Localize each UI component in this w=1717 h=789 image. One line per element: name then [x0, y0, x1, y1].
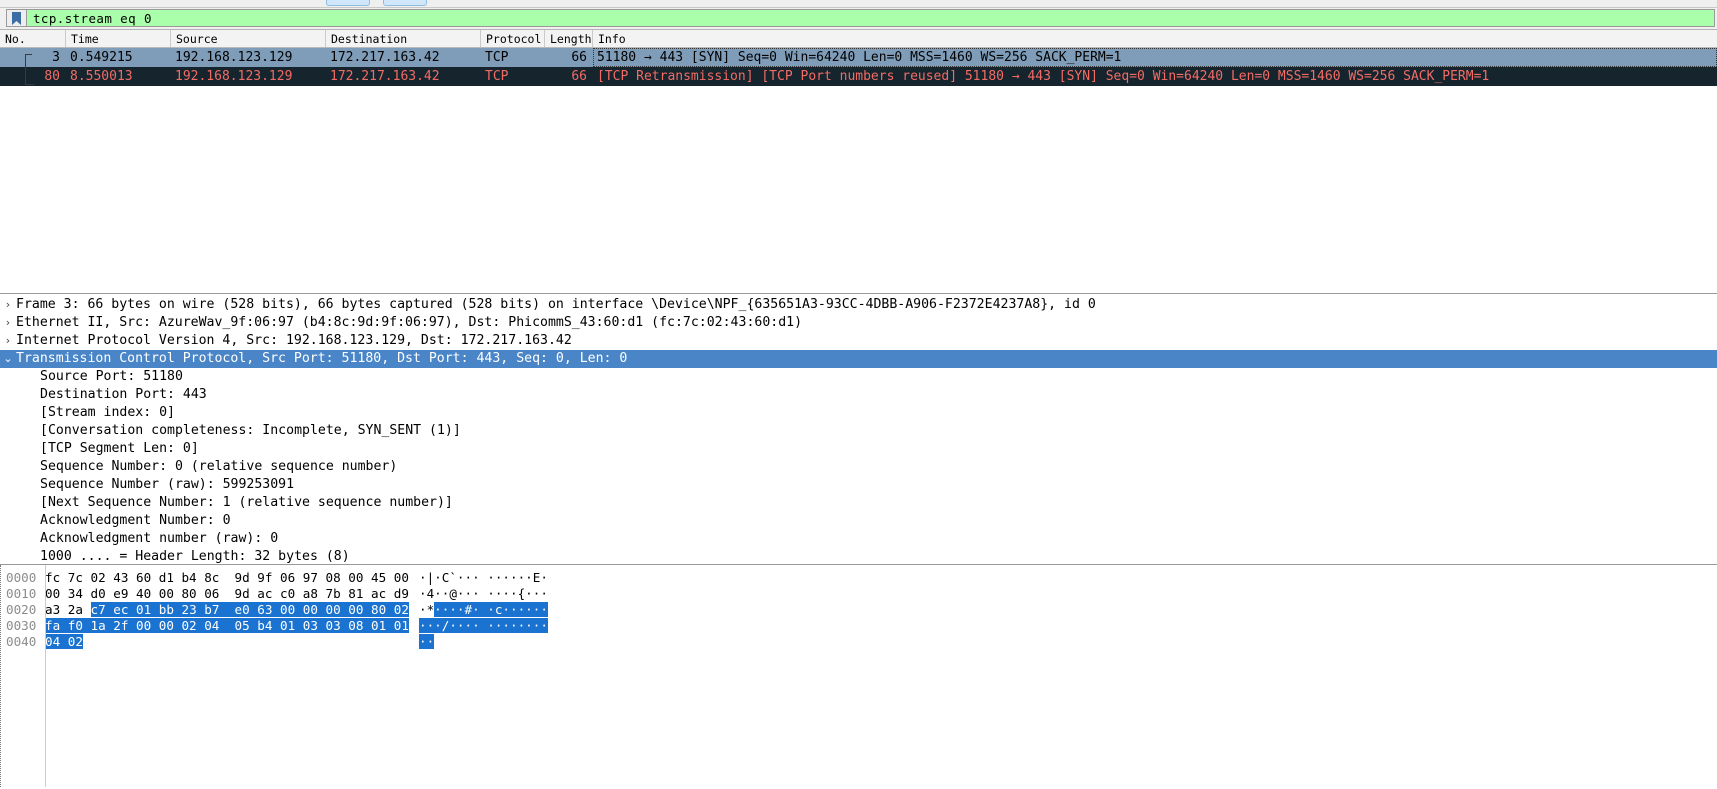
- detail-row-label: Frame 3: 66 bytes on wire (528 bits), 66…: [16, 297, 1096, 312]
- detail-row-destination-port[interactable]: Destination Port: 443: [0, 386, 1717, 404]
- detail-row-label: Internet Protocol Version 4, Src: 192.16…: [16, 333, 572, 348]
- hex-ascii: ···/···· ········: [419, 618, 548, 634]
- toolbar-strip: [0, 0, 1717, 8]
- column-header-no[interactable]: No.: [0, 30, 66, 47]
- detail-row-label: Destination Port: 443: [40, 387, 207, 402]
- hex-ascii: ··: [419, 634, 435, 650]
- column-header-source[interactable]: Source: [171, 30, 326, 47]
- column-header-time[interactable]: Time: [66, 30, 171, 47]
- hex-ascii-plain: ·*: [419, 602, 435, 617]
- packet-list-header: No. Time Source Destination Protocol Len…: [0, 30, 1717, 48]
- cell-no: 80: [44, 69, 60, 84]
- hex-offset: 0020: [6, 602, 37, 617]
- hex-row[interactable]: 0020 a3 2a c7 ec 01 bb 23 b7 e0 63 00 00…: [1, 602, 1717, 618]
- packet-list-pane[interactable]: No. Time Source Destination Protocol Len…: [0, 29, 1717, 294]
- detail-row-header-length[interactable]: 1000 .... = Header Length: 32 bytes (8): [0, 548, 1717, 564]
- hex-row[interactable]: 0030 fa f0 1a 2f 00 00 02 04 05 b4 01 03…: [1, 618, 1717, 634]
- column-header-length[interactable]: Length: [545, 30, 593, 47]
- cell-protocol: TCP: [485, 69, 509, 84]
- cell-length: 66: [571, 50, 587, 65]
- chevron-right-icon[interactable]: ›: [0, 314, 16, 332]
- detail-row-label: [TCP Segment Len: 0]: [40, 441, 199, 456]
- detail-row-label: [Next Sequence Number: 1 (relative seque…: [40, 495, 453, 510]
- toolbar-button-stub-a[interactable]: [326, 0, 370, 6]
- detail-row-label: Acknowledgment number (raw): 0: [40, 531, 279, 546]
- hex-ascii: ·|·C`··· ······E·: [419, 570, 548, 585]
- detail-row-sequence-number-raw[interactable]: Sequence Number (raw): 599253091: [0, 476, 1717, 494]
- hex-bytes-selected: fa f0 1a 2f 00 00 02 04 05 b4 01 03 03 0…: [45, 618, 409, 633]
- hex-row[interactable]: 0040 04 02 ··: [1, 634, 1717, 650]
- column-header-protocol[interactable]: Protocol: [481, 30, 545, 47]
- cell-time: 0.549215: [70, 50, 133, 65]
- hex-bytes: fc 7c 02 43 60 d1 b4 8c 9d 9f 06 97 08 0…: [45, 570, 409, 585]
- detail-row-tcp-segment-len[interactable]: [TCP Segment Len: 0]: [0, 440, 1717, 458]
- cell-source: 192.168.123.129: [175, 50, 293, 65]
- chevron-right-icon[interactable]: ›: [0, 296, 16, 314]
- detail-row-ipv4[interactable]: › Internet Protocol Version 4, Src: 192.…: [0, 332, 1717, 350]
- hex-bytes: a3 2a c7 ec 01 bb 23 b7 e0 63 00 00 00 0…: [45, 602, 409, 618]
- column-header-destination[interactable]: Destination: [326, 30, 481, 47]
- hex-bytes-plain: a3 2a: [45, 602, 91, 617]
- detail-row-acknowledgment-number-raw[interactable]: Acknowledgment number (raw): 0: [0, 530, 1717, 548]
- detail-row-label: [Conversation completeness: Incomplete, …: [40, 423, 461, 438]
- detail-row-label: Acknowledgment Number: 0: [40, 513, 231, 528]
- table-row[interactable]: 80 8.550013 192.168.123.129 172.217.163.…: [0, 67, 1717, 86]
- hex-offset: 0010: [6, 586, 37, 601]
- detail-row-tcp[interactable]: ⌄ Transmission Control Protocol, Src Por…: [0, 350, 1717, 368]
- detail-row-label: Sequence Number (raw): 599253091: [40, 477, 295, 492]
- hex-bytes: 04 02: [45, 634, 395, 650]
- toolbar-button-stub-b[interactable]: [383, 0, 427, 6]
- cell-time: 8.550013: [70, 69, 133, 84]
- hex-row[interactable]: 0010 00 34 d0 e9 40 00 80 06 9d ac c0 a8…: [1, 586, 1717, 602]
- display-filter-bar: tcp.stream eq 0: [0, 8, 1717, 29]
- packet-details-pane[interactable]: › Frame 3: 66 bytes on wire (528 bits), …: [0, 294, 1717, 565]
- cell-no: 3: [52, 50, 60, 65]
- packet-bytes-pane[interactable]: 0000 fc 7c 02 43 60 d1 b4 8c 9d 9f 06 97…: [0, 565, 1717, 787]
- cell-destination: 172.217.163.42: [330, 69, 440, 84]
- detail-row-acknowledgment-number[interactable]: Acknowledgment Number: 0: [0, 512, 1717, 530]
- hex-ascii-selected: ··: [419, 634, 435, 649]
- cell-destination: 172.217.163.42: [330, 50, 440, 65]
- detail-row-frame[interactable]: › Frame 3: 66 bytes on wire (528 bits), …: [0, 296, 1717, 314]
- hex-ascii-selected: ···/···· ········: [419, 618, 548, 633]
- detail-row-conversation-completeness[interactable]: [Conversation completeness: Incomplete, …: [0, 422, 1717, 440]
- hex-bytes: 00 34 d0 e9 40 00 80 06 9d ac c0 a8 7b 8…: [45, 586, 409, 601]
- detail-row-ethernet[interactable]: › Ethernet II, Src: AzureWav_9f:06:97 (b…: [0, 314, 1717, 332]
- hex-bytes: fa f0 1a 2f 00 00 02 04 05 b4 01 03 03 0…: [45, 618, 409, 634]
- detail-row-sequence-number[interactable]: Sequence Number: 0 (relative sequence nu…: [0, 458, 1717, 476]
- hex-bytes-selected: 04 02: [45, 634, 83, 649]
- bookmark-icon[interactable]: [6, 9, 26, 27]
- hex-offset: 0030: [6, 618, 37, 633]
- display-filter-input[interactable]: tcp.stream eq 0: [26, 9, 1715, 27]
- cell-info: [TCP Retransmission] [TCP Port numbers r…: [597, 69, 1490, 84]
- detail-row-stream-index[interactable]: [Stream index: 0]: [0, 404, 1717, 422]
- hex-ascii-selected: ····#· ·c······: [434, 602, 548, 617]
- cell-info: 51180 → 443 [SYN] Seq=0 Win=64240 Len=0 …: [593, 48, 1717, 67]
- detail-row-label: Transmission Control Protocol, Src Port:…: [16, 351, 628, 366]
- detail-row-next-sequence-number[interactable]: [Next Sequence Number: 1 (relative seque…: [0, 494, 1717, 512]
- cell-length: 66: [571, 69, 587, 84]
- detail-row-label: Ethernet II, Src: AzureWav_9f:06:97 (b4:…: [16, 315, 803, 330]
- hex-row[interactable]: 0000 fc 7c 02 43 60 d1 b4 8c 9d 9f 06 97…: [1, 570, 1717, 586]
- detail-row-label: Source Port: 51180: [40, 369, 183, 384]
- cell-source: 192.168.123.129: [175, 69, 293, 84]
- detail-row-label: 1000 .... = Header Length: 32 bytes (8): [40, 549, 350, 564]
- detail-row-label: [Stream index: 0]: [40, 405, 175, 420]
- hex-ascii: ·*····#· ·c······: [419, 602, 548, 618]
- hex-offset: 0040: [6, 634, 37, 649]
- detail-row-source-port[interactable]: Source Port: 51180: [0, 368, 1717, 386]
- detail-row-label: Sequence Number: 0 (relative sequence nu…: [40, 459, 398, 474]
- hex-ascii: ·4··@··· ····{···: [419, 586, 548, 601]
- column-header-info[interactable]: Info: [593, 30, 1717, 47]
- table-row[interactable]: 3 0.549215 192.168.123.129 172.217.163.4…: [0, 48, 1717, 67]
- hex-offset: 0000: [6, 570, 37, 585]
- cell-protocol: TCP: [485, 50, 509, 65]
- chevron-down-icon[interactable]: ⌄: [0, 350, 16, 368]
- hex-bytes-selected: c7 ec 01 bb 23 b7 e0 63 00 00 00 00 80 0…: [90, 602, 409, 617]
- chevron-right-icon[interactable]: ›: [0, 332, 16, 350]
